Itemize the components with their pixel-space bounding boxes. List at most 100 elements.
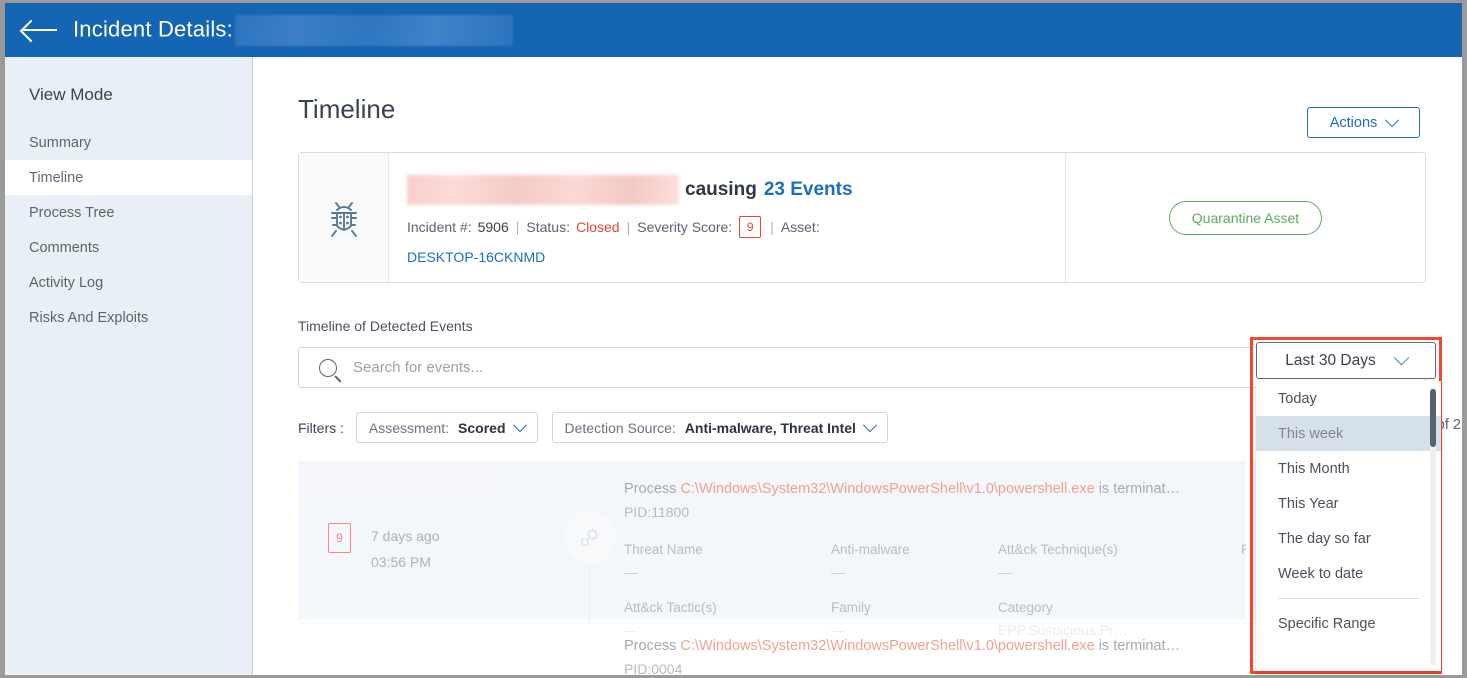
date-option-today[interactable]: Today	[1256, 381, 1441, 416]
sidebar-item-label: Process Tree	[29, 204, 115, 221]
event-node-circle	[564, 511, 616, 563]
field-value: —	[831, 564, 845, 580]
event-severity-badge: 9	[328, 523, 351, 553]
back-arrow-icon[interactable]	[21, 17, 59, 43]
option-label: This week	[1278, 425, 1344, 442]
option-label: Specific Range	[1278, 615, 1376, 632]
search-input[interactable]	[353, 359, 1388, 376]
date-range-selected-label: Last 30 Days	[1285, 351, 1376, 369]
date-option-this-week[interactable]: This week	[1256, 416, 1441, 451]
incident-number-label: Incident #:	[407, 219, 472, 235]
dropdown-scrollbar-thumb[interactable]	[1430, 389, 1436, 447]
page-title: Timeline	[298, 94, 396, 124]
process-path: C:\Windows\System32\WindowsPowerShell\v1…	[680, 481, 1095, 497]
field-label: Category	[998, 600, 1053, 615]
incident-icon-cell	[299, 153, 389, 282]
filters-row: Filters : Assessment: Scored Detection S…	[298, 412, 902, 443]
top-header-bar: Incident Details:	[5, 3, 1462, 57]
timeline-section-label: Timeline of Detected Events	[298, 318, 473, 334]
sidebar-item-activity-log[interactable]: Activity Log	[5, 265, 252, 300]
sidebar-title: View Mode	[29, 85, 113, 104]
sidebar-item-label: Risks And Exploits	[29, 309, 149, 326]
incident-card-actions: Quarantine Asset	[1065, 153, 1425, 282]
actions-button[interactable]: Actions	[1307, 107, 1420, 138]
header-title-text: Incident Details:	[73, 15, 233, 41]
status-label: Status:	[526, 219, 570, 235]
status-badge: Closed	[576, 219, 620, 235]
bug-icon	[330, 201, 357, 237]
date-option-this-month[interactable]: This Month	[1256, 451, 1441, 486]
event-relative-time: 7 days ago	[371, 528, 440, 544]
asset-label: Asset:	[780, 219, 820, 235]
event-connector-line	[589, 563, 590, 623]
sidebar-item-label: Activity Log	[29, 274, 104, 291]
date-range-dropdown-trigger[interactable]: Last 30 Days	[1256, 342, 1436, 379]
filter-value: Scored	[458, 419, 506, 436]
process-suffix: is terminat…	[1098, 638, 1181, 654]
option-label: Today	[1278, 390, 1317, 407]
event-field: Att&ck Technique(s) —	[998, 542, 1241, 580]
field-label: Att&ck Technique(s)	[998, 542, 1118, 557]
filter-chip-detection-source[interactable]: Detection Source: Anti-malware, Threat I…	[551, 412, 888, 443]
filters-label: Filters :	[298, 419, 344, 436]
event-field: Threat Name —	[624, 542, 831, 580]
quarantine-asset-button[interactable]: Quarantine Asset	[1168, 200, 1323, 235]
redacted-threat-name	[407, 175, 679, 205]
option-label: This Year	[1278, 495, 1339, 512]
event-field: Anti-malware —	[831, 542, 998, 580]
chevron-down-icon	[1385, 112, 1400, 127]
field-label: Family	[831, 600, 871, 615]
sidebar: View Mode Summary Timeline Process Tree …	[5, 57, 253, 675]
process-suffix: is terminat…	[1098, 481, 1181, 497]
event-node-cell	[556, 461, 624, 623]
meta-divider: |	[626, 219, 631, 235]
date-option-the-day-so-far[interactable]: The day so far	[1256, 521, 1441, 556]
gear-icon	[581, 528, 599, 546]
field-label: Att&ck Tactic(s)	[624, 600, 717, 615]
filter-chip-assessment[interactable]: Assessment: Scored	[355, 412, 538, 443]
option-label: This Month	[1278, 460, 1350, 477]
chevron-down-icon	[512, 417, 527, 432]
page-header-title: Incident Details:	[73, 14, 513, 46]
app-root: Incident Details: View Mode Summary Time…	[0, 0, 1467, 678]
event-time-cell	[298, 624, 556, 675]
severity-score-badge: 9	[739, 216, 762, 238]
incident-card-body: causing 23 Events Incident #: 5906 | Sta…	[389, 153, 1065, 282]
event-node-cell	[556, 624, 624, 675]
sidebar-item-label: Summary	[29, 134, 92, 151]
date-range-filter-highlight: Last 30 Days Today This week This Month …	[1250, 337, 1442, 674]
actions-button-label: Actions	[1329, 114, 1378, 131]
sidebar-item-comments[interactable]: Comments	[5, 230, 252, 265]
sidebar-nav-list: Summary Timeline Process Tree Comments A…	[5, 125, 252, 335]
events-count-link[interactable]: 23 Events	[764, 179, 853, 201]
date-option-specific-range[interactable]: Specific Range	[1256, 606, 1441, 641]
option-label: The day so far	[1278, 530, 1371, 547]
asset-link[interactable]: DESKTOP-16CKNMD	[407, 249, 1065, 265]
incident-summary-card: causing 23 Events Incident #: 5906 | Sta…	[298, 152, 1426, 283]
severity-score-label: Severity Score:	[637, 219, 733, 235]
sidebar-item-label: Timeline	[29, 169, 84, 186]
redacted-incident-name	[234, 14, 513, 46]
sidebar-item-timeline[interactable]: Timeline	[5, 160, 252, 195]
process-prefix: Process	[624, 638, 677, 654]
event-clock-time: 03:56 PM	[371, 554, 431, 570]
sidebar-item-process-tree[interactable]: Process Tree	[5, 195, 252, 230]
search-icon	[319, 358, 337, 377]
sidebar-item-summary[interactable]: Summary	[5, 125, 252, 160]
date-option-this-year[interactable]: This Year	[1256, 486, 1441, 521]
date-option-week-to-date[interactable]: Week to date	[1256, 556, 1441, 591]
chevron-down-icon	[1393, 349, 1410, 366]
sidebar-item-risks-and-exploits[interactable]: Risks And Exploits	[5, 300, 252, 335]
event-timestamp: 7 days ago 03:56 PM	[371, 523, 440, 575]
option-label: Week to date	[1278, 565, 1364, 582]
incident-details-window: Incident Details: View Mode Summary Time…	[5, 3, 1462, 675]
headline-suffix: causing	[685, 179, 757, 200]
incident-number-value: 5906	[477, 219, 509, 235]
filter-key: Detection Source:	[564, 419, 676, 436]
chevron-down-icon	[862, 417, 878, 432]
meta-divider: |	[770, 219, 774, 235]
field-label: Anti-malware	[831, 542, 910, 557]
process-path: C:\Windows\System32\WindowsPowerShell\v1…	[680, 638, 1095, 654]
date-range-dropdown-menu: Today This week This Month This Year The…	[1256, 381, 1441, 671]
field-value: —	[998, 564, 1012, 580]
